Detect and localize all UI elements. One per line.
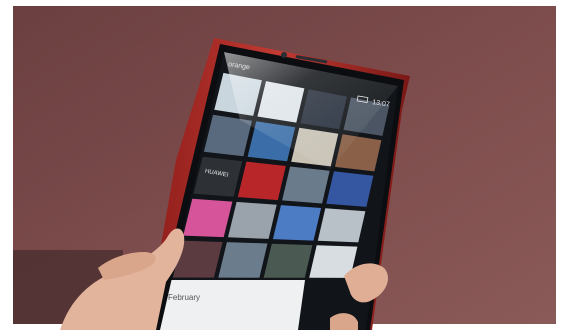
section-label-february: February: [168, 293, 200, 302]
photo-tile[interactable]: [218, 242, 268, 278]
photo-tile[interactable]: [263, 243, 313, 278]
photo-tile[interactable]: [272, 205, 322, 241]
section-header-bg: [160, 280, 305, 330]
photo-tile[interactable]: [317, 208, 366, 243]
photo-scene: HUAWEI February orange 13:07: [0, 0, 563, 330]
photo-tile[interactable]: [237, 161, 286, 201]
photo-tile[interactable]: [326, 171, 374, 207]
photo-tile[interactable]: [282, 166, 330, 204]
photo-tile[interactable]: [228, 201, 277, 239]
front-camera-icon: [281, 52, 287, 58]
